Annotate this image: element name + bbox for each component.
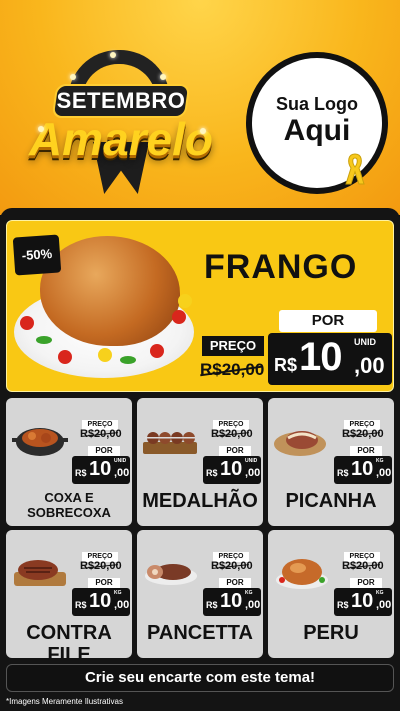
hero-currency: R$ [274,355,298,375]
lemon-slice [98,348,112,362]
medalhao-skewers-image [143,432,197,454]
logo-placeholder[interactable]: Sua Logo Aqui [246,52,388,194]
logo-line2: Aqui [283,114,351,147]
product-name: MEDALHÃO [142,490,258,512]
lemon-slice [178,294,192,308]
hero-price-box: R$ 10 UNID ,00 [268,333,392,385]
old-price: R$20,00 [342,560,384,572]
price-box: R$ 10 UNID ,00 [72,456,130,484]
light-dot [110,52,116,58]
por-label: POR [350,578,382,588]
hero-product-name: FRANGO [204,248,358,286]
price-box: R$ 10 UNID ,00 [203,456,261,484]
product-card[interactable]: PREÇO R$20,00 POR R$10UNID,00 MEDALHÃO [137,398,263,526]
roast-chicken-image [40,236,180,346]
discount-badge: -50% [12,234,62,276]
tomato [172,310,186,324]
roast-turkey-image [276,559,328,589]
product-card[interactable]: PREÇO R$20,00 POR R$10UNID,00 COXA E SOB… [6,398,132,526]
disclaimer: *Imagens Meramente Ilustrativas [6,697,123,706]
light-dot [160,74,166,80]
product-name: PANCETTA [147,622,253,644]
price-box: R$ 10 KG ,00 [334,456,392,484]
product-name: PICANHA [285,490,377,512]
por-label: POR [219,578,251,588]
por-label: POR [350,446,382,456]
awareness-ribbon-icon [345,153,365,185]
hero-price-dec: ,00 [354,353,385,378]
por-label: POR [219,446,251,456]
product-card[interactable]: PREÇO R$20,00 POR R$10KG,00 CONTRA FILE [6,530,132,658]
herb-leaf [36,336,52,344]
por-label: POR [88,578,120,588]
contra-file-steak-image [14,560,66,586]
old-price: R$20,00 [80,428,122,440]
light-dot [38,126,44,132]
hero-preco-label: PREÇO [202,336,264,356]
hero-por-label: POR [279,310,377,332]
old-price: R$20,00 [80,560,122,572]
hero-unit: UNID [354,337,376,347]
tomato [150,344,164,358]
price-box: R$ 10 KG ,00 [203,588,261,616]
product-card[interactable]: PREÇO R$20,00 POR R$10KG,00 PANCETTA [137,530,263,658]
pancetta-roll-image [145,564,197,585]
cta-banner[interactable]: Crie seu encarte com este tema! [6,664,394,692]
price-box: R$ 10 KG ,00 [72,588,130,616]
old-price: R$20,00 [211,428,253,440]
old-price: R$20,00 [211,560,253,572]
por-label: POR [88,446,120,456]
badge-line2: Amarelo [28,113,214,165]
tomato [58,350,72,364]
setembro-amarelo-badge: SETEMBRO Amarelo [10,44,232,200]
light-dot [70,74,76,80]
product-card[interactable]: PREÇO R$20,00 POR R$10KG,00 PERU [268,530,394,658]
price-box: R$ 10 KG ,00 [334,588,392,616]
tomato [20,316,34,330]
hero-old-price: R$20,00 [200,360,264,380]
light-dot [200,128,206,134]
product-name: PERU [303,622,359,644]
product-name: CONTRA FILE [26,622,112,658]
hero-price-int: 10 [299,335,342,379]
chicken-thigh-pot-image [12,428,68,456]
product-name: COXA E SOBRECOXA [27,490,111,520]
herb-leaf [120,356,136,364]
picanha-board-image [274,431,326,456]
old-price: R$20,00 [342,428,384,440]
logo-line1: Sua Logo [276,94,358,114]
product-card[interactable]: PREÇO R$20,00 POR R$10KG,00 PICANHA [268,398,394,526]
